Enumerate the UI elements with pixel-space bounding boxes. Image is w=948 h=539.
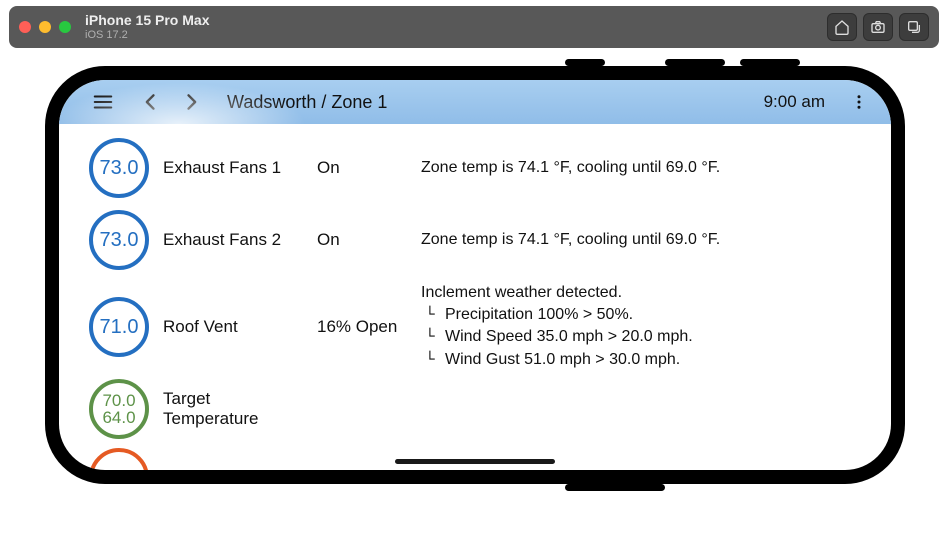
side-button [665,59,725,66]
app-header: Wadsworth / Zone 1 9:00 am [59,80,891,124]
list-item[interactable]: 73.0 Exhaust Fans 1 On Zone temp is 74.1… [59,132,891,204]
minimize-window-button[interactable] [39,21,51,33]
more-icon[interactable] [845,88,873,116]
device-label: iPhone 15 Pro Max iOS 17.2 [85,13,209,40]
detail-line: └Wind Gust 51.0 mph > 30.0 mph. [421,349,871,372]
time-label: 9:00 am [764,92,825,112]
forward-icon[interactable] [177,88,205,116]
zoom-window-button[interactable] [59,21,71,33]
app-screen: Wadsworth / Zone 1 9:00 am 73.0 Exhaust … [59,80,891,470]
side-button [740,59,800,66]
gauge [89,448,149,470]
side-button [565,484,665,491]
list-item[interactable]: 71.0 Roof Vent 16% Open Inclement weathe… [59,276,891,377]
gauge: 73.0 [89,210,149,270]
simulator-toolbar: iPhone 15 Pro Max iOS 17.2 [9,6,939,48]
equipment-label: Target Temperature [163,389,303,429]
equipment-state: On [317,230,407,250]
equipment-detail: Zone temp is 74.1 °F, cooling until 69.0… [421,157,871,179]
device-name: iPhone 15 Pro Max [85,13,209,28]
gauge-value-bottom: 64.0 [102,409,135,426]
back-icon[interactable] [137,88,165,116]
equipment-detail: Inclement weather detected. └Precipitati… [421,282,871,371]
home-button[interactable] [827,13,857,41]
gauge: 73.0 [89,138,149,198]
screenshot-button[interactable] [863,13,893,41]
equipment-detail: Zone temp is 74.1 °F, cooling until 69.0… [421,229,871,251]
list-item[interactable] [59,445,891,470]
equipment-state: On [317,158,407,178]
gauge-value: 73.0 [100,158,139,178]
detail-line: └Precipitation 100% > 50%. [421,304,871,327]
list-item[interactable]: 73.0 Exhaust Fans 2 On Zone temp is 74.1… [59,204,891,276]
equipment-label: Exhaust Fans 2 [163,230,303,250]
detail-line: └Wind Speed 35.0 mph > 20.0 mph. [421,326,871,349]
menu-icon[interactable] [89,88,117,116]
equipment-label: Roof Vent [163,317,303,337]
phone-frame: Wadsworth / Zone 1 9:00 am 73.0 Exhaust … [45,66,905,484]
page-title: Wadsworth / Zone 1 [227,92,387,113]
zone-list[interactable]: 73.0 Exhaust Fans 1 On Zone temp is 74.1… [59,124,891,470]
home-indicator[interactable] [395,459,555,464]
close-window-button[interactable] [19,21,31,33]
rotate-button[interactable] [899,13,929,41]
gauge-value: 71.0 [100,317,139,337]
side-button [565,59,605,66]
list-item[interactable]: 70.0 64.0 Target Temperature [59,377,891,445]
gauge-value-top: 70.0 [102,392,135,409]
gauge: 70.0 64.0 [89,379,149,439]
os-version: iOS 17.2 [85,29,209,41]
window-controls [19,21,71,33]
detail-line: Inclement weather detected. [421,282,871,304]
gauge: 71.0 [89,297,149,357]
gauge-value: 73.0 [100,230,139,250]
equipment-label: Exhaust Fans 1 [163,158,303,178]
equipment-state: 16% Open [317,317,407,337]
